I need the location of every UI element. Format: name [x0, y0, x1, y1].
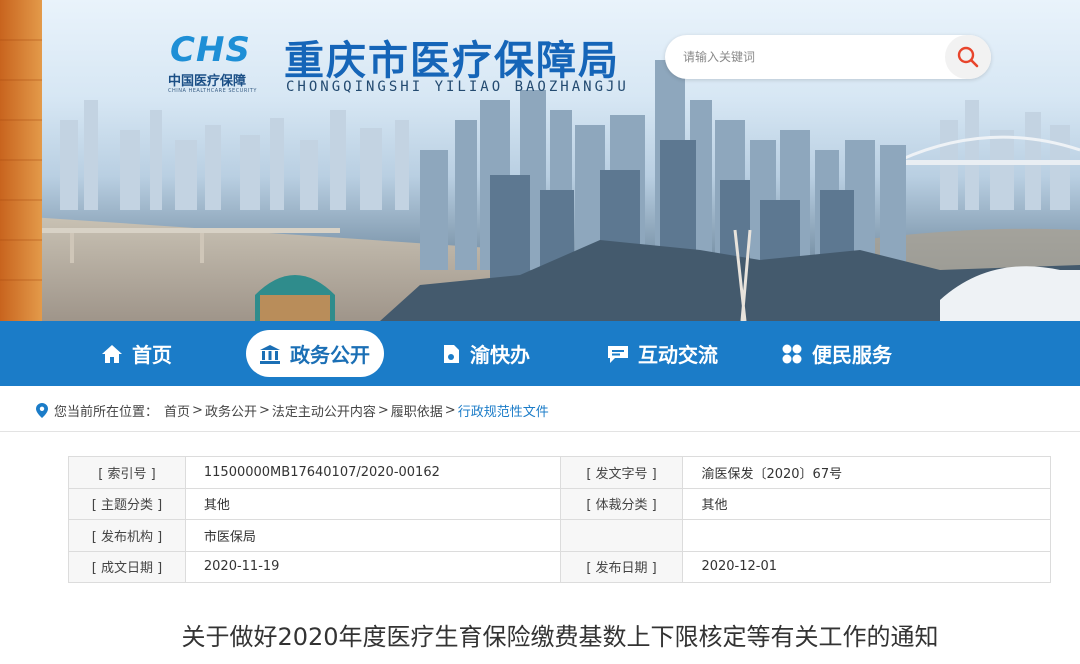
table-row: [ 成文日期 ] 2020-11-19 [ 发布日期 ] 2020-12-01: [68, 550, 1051, 583]
header-banner: CHS 中国医疗保障 CHINA HEALTHCARE SECURITY 重庆市…: [0, 0, 1080, 321]
location-pin-icon: [36, 403, 48, 418]
breadcrumb-statutory-disclosure[interactable]: 法定主动公开内容: [272, 401, 376, 420]
meta-created-key: [ 成文日期 ]: [68, 550, 186, 583]
search-box: [665, 35, 991, 79]
table-row: [ 索引号 ] 11500000MB17640107/2020-00162 [ …: [68, 456, 1051, 489]
grid-icon: [782, 344, 802, 363]
site-logo[interactable]: CHS 中国医疗保障 CHINA HEALTHCARE SECURITY: [168, 30, 268, 96]
main-nav: 首页 政务公开 渝快办 互动交流 便民服务: [0, 321, 1080, 386]
breadcrumb-government-affairs[interactable]: 政务公开: [205, 401, 257, 420]
search-button[interactable]: [945, 35, 991, 79]
chs-logo-mark: CHS: [170, 30, 251, 70]
meta-genre-key: [ 体裁分类 ]: [559, 487, 684, 520]
meta-docno-value: 渝医保发〔2020〕67号: [682, 456, 1051, 489]
nav-public-services-label: 便民服务: [812, 343, 892, 367]
nav-yu-kuai-ban-label: 渝快办: [470, 343, 530, 367]
meta-created-value: 2020-11-19: [184, 550, 561, 583]
nav-public-services[interactable]: 便民服务: [780, 330, 892, 377]
table-row: [ 主题分类 ] 其他 [ 体裁分类 ] 其他: [68, 487, 1051, 520]
breadcrumb: 您当前所在位置： 首页 > 政务公开 > 法定主动公开内容 > 履职依据 > 行…: [36, 401, 549, 420]
site-title-pinyin: CHONGQINGSHI YILIAO BAOZHANGJU: [286, 79, 629, 95]
document-icon: [444, 344, 459, 363]
nav-home[interactable]: 首页: [100, 330, 172, 377]
meta-empty-cell: [682, 519, 1051, 552]
meta-docno-key: [ 发文字号 ]: [559, 456, 684, 489]
nav-interaction-label: 互动交流: [638, 343, 718, 367]
nav-home-label: 首页: [132, 343, 172, 367]
meta-published-key: [ 发布日期 ]: [559, 550, 684, 583]
meta-genre-value: 其他: [682, 487, 1051, 520]
breadcrumb-separator: >: [258, 403, 270, 418]
table-row: [ 发布机构 ] 市医保局: [68, 519, 1051, 552]
search-input[interactable]: [683, 46, 933, 68]
breadcrumb-separator: >: [192, 403, 203, 418]
logo-chinese-text: 中国医疗保障: [168, 74, 247, 89]
logo-english-text: CHINA HEALTHCARE SECURITY: [168, 88, 257, 94]
chat-icon: [608, 345, 628, 363]
nav-interaction[interactable]: 互动交流: [606, 330, 718, 377]
breadcrumb-current[interactable]: 行政规范性文件: [458, 401, 549, 420]
meta-index-key: [ 索引号 ]: [68, 456, 186, 489]
breadcrumb-bar: 您当前所在位置： 首页 > 政务公开 > 法定主动公开内容 > 履职依据 > 行…: [0, 386, 1080, 432]
breadcrumb-prefix: 您当前所在位置：: [54, 405, 159, 420]
breadcrumb-separator: >: [444, 403, 456, 418]
breadcrumb-separator: >: [377, 403, 389, 418]
search-icon: [957, 46, 979, 68]
nav-government-affairs-label: 政务公开: [290, 343, 370, 367]
meta-index-value: 11500000MB17640107/2020-00162: [184, 456, 561, 489]
document-title: 关于做好2020年度医疗生育保险缴费基数上下限核定等有关工作的通知: [181, 623, 939, 651]
breadcrumb-home[interactable]: 首页: [164, 401, 190, 420]
meta-org-key: [ 发布机构 ]: [68, 519, 186, 552]
site-title: 重庆市医疗保障局: [284, 38, 620, 84]
meta-topic-key: [ 主题分类 ]: [68, 487, 186, 520]
document-meta-table: [ 索引号 ] 11500000MB17640107/2020-00162 [ …: [68, 456, 1051, 583]
meta-org-value: 市医保局: [184, 519, 561, 552]
nav-yu-kuai-ban[interactable]: 渝快办: [440, 330, 530, 377]
breadcrumb-duty-basis[interactable]: 履职依据: [391, 401, 443, 420]
nav-government-affairs[interactable]: 政务公开: [246, 330, 384, 377]
home-icon: [102, 344, 122, 363]
meta-empty-cell: [559, 519, 684, 552]
meta-topic-value: 其他: [184, 487, 561, 520]
government-icon: [260, 344, 280, 364]
meta-published-value: 2020-12-01: [682, 550, 1051, 583]
